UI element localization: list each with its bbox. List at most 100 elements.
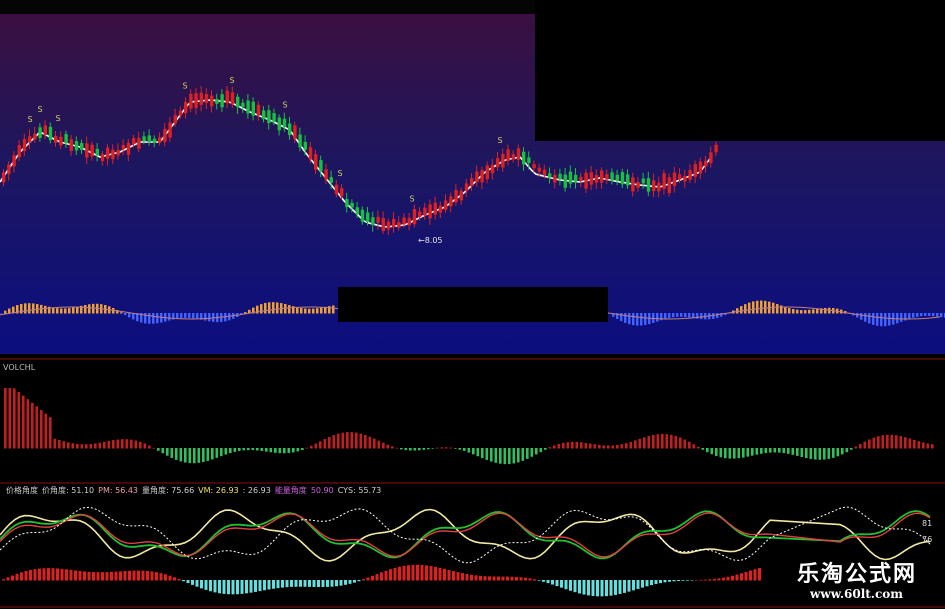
- oscillator-bar: [296, 307, 299, 314]
- volchl-bar: [125, 439, 129, 449]
- angle-bar: [132, 570, 136, 581]
- candle-body: [251, 101, 255, 116]
- angle-bar: [11, 575, 14, 581]
- candle-body: [80, 143, 84, 150]
- oscillator-bar: [812, 309, 815, 314]
- angle-bar: [609, 580, 613, 596]
- angle-bar: [758, 567, 761, 581]
- oscillator-bar: [24, 303, 27, 314]
- candle-body: [672, 172, 677, 186]
- volchl-bar: [611, 445, 615, 449]
- volchl-bar: [805, 448, 808, 459]
- stock-chart: SSSSSSSSS←8.05 8176: [0, 0, 945, 609]
- volchl-bar: [359, 433, 363, 449]
- volchl-bar: [431, 448, 435, 449]
- volchl-bar: [751, 448, 754, 456]
- candle-body: [173, 115, 177, 124]
- volchl-bar: [161, 448, 165, 454]
- volchl-bar: [296, 448, 300, 452]
- volchl-bar: [715, 448, 718, 456]
- angle-bar: [411, 564, 415, 581]
- watermark-url: www.60lt.com: [810, 587, 903, 601]
- angle-bar: [564, 580, 568, 590]
- angle-bar: [294, 580, 298, 587]
- volchl-bar: [274, 448, 277, 453]
- oscillator-bar: [664, 313, 667, 320]
- angle-bar: [177, 578, 181, 581]
- candle-body: [345, 198, 349, 208]
- volchl-bar: [755, 448, 759, 455]
- candle-body: [111, 149, 115, 160]
- oscillator-bar: [908, 313, 911, 320]
- candle-body: [511, 154, 515, 160]
- volchl-bar: [679, 437, 682, 449]
- angle-bar: [155, 572, 158, 581]
- oscillator-bar: [124, 313, 127, 316]
- angle-bar: [677, 580, 680, 581]
- candle-body: [631, 177, 635, 192]
- candle-body: [527, 157, 531, 164]
- candle-body: [121, 144, 125, 150]
- volchl-bar: [121, 439, 124, 449]
- oscillator-bar: [56, 308, 59, 314]
- volchl-bar: [701, 448, 705, 450]
- oscillator-bar: [72, 307, 75, 314]
- oscillator-bar: [688, 313, 691, 318]
- angle-bar: [623, 580, 626, 593]
- candle-body: [444, 200, 448, 210]
- volchl-bar: [112, 440, 115, 449]
- angle-bar: [704, 579, 707, 581]
- candle-body: [610, 172, 614, 181]
- angle-bar: [254, 580, 257, 592]
- oscillator-bar: [796, 309, 799, 314]
- angle-bar: [618, 580, 622, 595]
- angle-bar: [182, 580, 185, 582]
- signal-marker: S: [182, 82, 187, 91]
- angle-bar: [236, 580, 239, 595]
- volchl-bar: [278, 448, 282, 454]
- candle-body: [693, 164, 697, 177]
- candle-body: [558, 173, 562, 180]
- angle-bar: [695, 579, 698, 581]
- candle-body: [392, 218, 396, 228]
- angle-bar: [173, 577, 176, 581]
- volchl-bar: [130, 439, 133, 449]
- candle-body: [532, 164, 536, 169]
- angle-bar: [101, 572, 104, 581]
- volchl-bar: [661, 433, 664, 449]
- signal-marker: S: [337, 169, 342, 178]
- candle-body: [563, 174, 567, 188]
- angle-bar: [429, 566, 433, 581]
- oscillator-bar: [896, 313, 899, 324]
- volchl-bar: [215, 448, 219, 458]
- candle-body: [620, 172, 625, 185]
- volchl-bar: [139, 441, 142, 449]
- volchl-bar: [404, 448, 408, 451]
- candle-body: [490, 164, 495, 174]
- volchl-bar: [710, 448, 714, 455]
- oscillator-bar: [940, 313, 943, 318]
- oscillator-bar: [676, 313, 679, 317]
- oscillator-bar: [932, 313, 935, 317]
- volchl-bar: [692, 444, 696, 449]
- angle-bar: [393, 567, 397, 581]
- candle-body: [626, 174, 630, 186]
- angle-bar: [402, 565, 406, 581]
- signal-marker: S: [27, 115, 32, 124]
- volchl-bar: [256, 448, 259, 451]
- volchl-bar: [544, 448, 547, 450]
- volchl-bar: [44, 413, 48, 449]
- angle-bar: [483, 576, 487, 581]
- candle-body: [428, 204, 432, 219]
- volchl-bar: [184, 448, 187, 463]
- volchl-bar: [859, 444, 862, 449]
- angle-bar: [632, 580, 635, 591]
- angle-bar: [465, 573, 469, 581]
- angle-bar: [240, 580, 244, 594]
- volchl-bar: [917, 441, 921, 449]
- candle-body: [350, 202, 354, 208]
- oscillator-bar: [44, 305, 47, 314]
- oscillator-bar: [716, 313, 719, 319]
- angle-bar: [551, 580, 554, 585]
- candle-body: [329, 177, 333, 183]
